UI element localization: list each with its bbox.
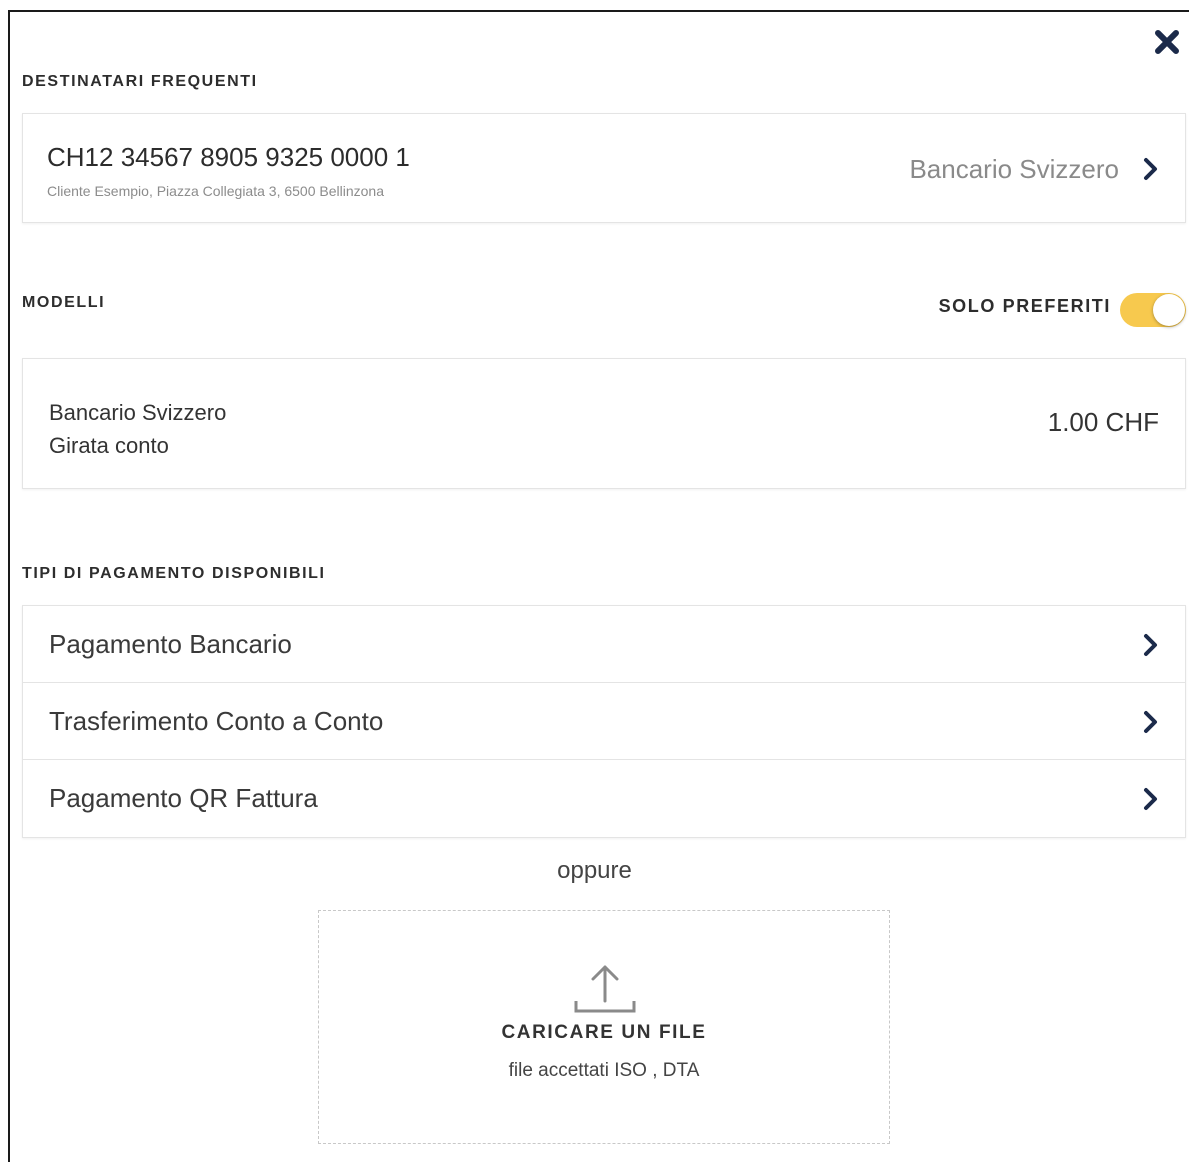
payment-types-section-title: TIPI DI PAGAMENTO DISPONIBILI: [22, 565, 326, 582]
file-upload-dropzone[interactable]: CARICARE UN FILE file accettati ISO , DT…: [318, 910, 890, 1144]
upload-accepted-formats: file accettati ISO , DTA: [508, 1060, 700, 1081]
payment-type-bancario[interactable]: Pagamento Bancario: [23, 606, 1185, 683]
payment-type-label: Pagamento QR Fattura: [49, 783, 318, 813]
close-icon: [1155, 30, 1179, 54]
favorites-toggle[interactable]: [1120, 293, 1186, 327]
toggle-knob: [1153, 294, 1185, 326]
template-amount: 1.00 CHF: [1047, 407, 1159, 437]
payment-type-qr-fattura[interactable]: Pagamento QR Fattura: [23, 760, 1185, 837]
payment-type-chevron[interactable]: [1139, 784, 1163, 814]
payment-type-chevron[interactable]: [1139, 630, 1163, 660]
payment-types-list: Pagamento Bancario Trasferimento Conto a…: [22, 605, 1186, 838]
payment-type-chevron[interactable]: [1139, 707, 1163, 737]
template-name: Bancario Svizzero: [49, 400, 227, 425]
recipient-address: Cliente Esempio, Piazza Collegiata 3, 65…: [47, 183, 384, 199]
upload-title: CARICARE UN FILE: [501, 1022, 707, 1043]
payment-type-conto-a-conto[interactable]: Trasferimento Conto a Conto: [23, 683, 1185, 760]
chevron-right-icon: [1144, 711, 1157, 733]
template-description: Girata conto: [49, 433, 169, 458]
upload-icon: [574, 965, 636, 1013]
recipient-chevron[interactable]: [1139, 154, 1163, 184]
payment-type-label: Pagamento Bancario: [49, 629, 292, 659]
template-card[interactable]: Bancario Svizzero Girata conto 1.00 CHF: [22, 358, 1186, 489]
close-button[interactable]: [1150, 26, 1184, 58]
favorites-toggle-label: SOLO PREFERITI: [938, 296, 1111, 316]
recipient-iban: CH12 34567 8905 9325 0000 1: [47, 142, 410, 172]
recipients-section-title: DESTINATARI FREQUENTI: [22, 73, 258, 90]
recipient-payment-type: Bancario Svizzero: [909, 154, 1119, 184]
chevron-right-icon: [1144, 634, 1157, 656]
chevron-right-icon: [1144, 788, 1157, 810]
chevron-right-icon: [1144, 158, 1157, 180]
templates-section-title: MODELLI: [22, 294, 106, 311]
oppure-separator: oppure: [557, 857, 632, 884]
recipient-card[interactable]: CH12 34567 8905 9325 0000 1 Cliente Esem…: [22, 113, 1186, 223]
payment-type-label: Trasferimento Conto a Conto: [49, 706, 384, 736]
